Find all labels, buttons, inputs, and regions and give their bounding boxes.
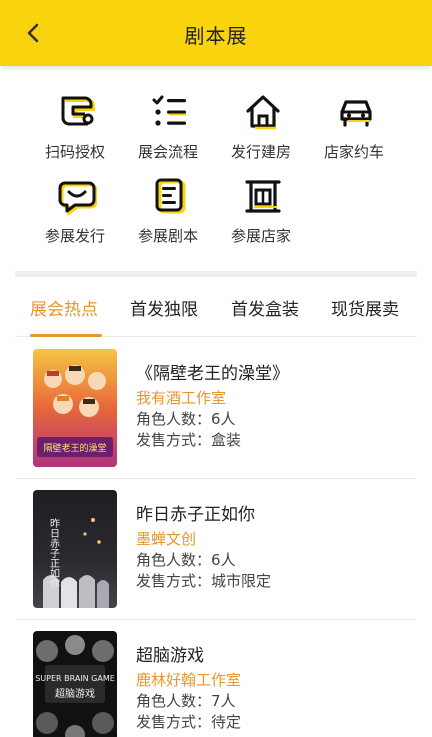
script-title: 超脑游戏 [136,646,204,666]
script-cover-image: SUPER BRAIN GAME 超脑游戏 [33,631,117,737]
category-tabs: 展会热点 首发独限 首发盒装 现货展卖 [15,277,417,337]
menu-item-expo-flow[interactable]: 展会流程 [122,92,214,162]
menu-item-exhibit-scripts[interactable]: 参展剧本 [122,176,214,246]
house-icon [246,95,280,130]
list-item[interactable]: SUPER BRAIN GAME 超脑游戏 超脑游戏 鹿林好翰工作室 角色人数：… [15,620,417,737]
menu-item-label: 扫码授权 [44,143,105,161]
script-roles: 角色人数：6人 [136,550,417,570]
top-bar: 剧本展 [0,0,432,66]
script-roles: 角色人数：7人 [136,691,417,711]
menu-item-label: 发行建房 [230,143,291,161]
scan-auth-icon [61,96,95,126]
menu-item-exhibit-publish[interactable]: 参展发行 [29,176,121,246]
menu-item-label: 参展发行 [44,227,105,245]
list-item[interactable]: 隔壁老王的澡堂 《隔壁老王的澡堂》 我有酒工作室 角色人数：6人 发售方式：盒装 [15,338,417,479]
menu-item-label: 店家约车 [323,143,384,161]
cover-title-text: 昨日赤子正如你 [48,518,60,588]
tab-in-stock[interactable]: 现货展卖 [331,295,399,320]
script-info: 超脑游戏 鹿林好翰工作室 角色人数：7人 发售方式：待定 [136,645,417,732]
list-item[interactable]: 昨日赤子正如你 昨日赤子正如你 墨蝉文创 角色人数：6人 发售方式：城市限定 [15,479,417,620]
roles-value: 6人 [211,410,236,428]
script-sale-type: 发售方式：盒装 [136,430,417,450]
shop-icon [245,180,281,213]
active-tab-indicator [30,334,102,337]
checklist-icon [152,95,186,126]
chat-icon [58,181,97,216]
roles-value: 6人 [211,551,236,569]
cover-title-text: 隔壁老王的澡堂 [43,442,106,454]
script-sale-type: 发售方式：城市限定 [136,571,417,591]
menu-item-exhibit-shops[interactable]: 参展店家 [215,176,307,246]
menu-item-book-car[interactable]: 店家约车 [308,92,400,162]
tab-expo-hot[interactable]: 展会热点 [30,295,98,320]
roles-label: 角色人数： [136,692,212,710]
script-title: 昨日赤子正如你 [136,505,255,525]
script-studio: 我有酒工作室 [136,389,227,407]
script-roles: 角色人数：6人 [136,409,417,429]
script-info: 昨日赤子正如你 墨蝉文创 角色人数：6人 发售方式：城市限定 [136,504,417,591]
script-studio: 鹿林好翰工作室 [136,671,242,689]
sale-label: 发售方式： [136,713,212,731]
script-title: 《隔壁老王的澡堂》 [136,364,289,384]
script-sale-type: 发售方式：待定 [136,712,417,732]
sale-value: 盒装 [211,431,242,449]
sale-label: 发售方式： [136,431,212,449]
menu-item-label: 展会流程 [137,143,198,161]
roles-label: 角色人数： [136,410,212,428]
cover-title-text: 超脑游戏 [55,687,95,700]
script-info: 《隔壁老王的澡堂》 我有酒工作室 角色人数：6人 发售方式：盒装 [136,363,417,450]
car-icon [340,100,372,127]
sale-value: 城市限定 [211,572,272,590]
tab-first-exclusive[interactable]: 首发独限 [130,295,198,320]
roles-value: 7人 [211,692,236,710]
roles-label: 角色人数： [136,551,212,569]
menu-item-publish-room[interactable]: 发行建房 [215,92,307,162]
sale-value: 待定 [211,713,242,731]
page-title: 剧本展 [184,24,248,48]
menu-item-label: 参展剧本 [137,227,198,245]
document-icon [155,178,186,214]
menu-item-label: 参展店家 [230,227,291,245]
script-cover-image: 隔壁老王的澡堂 [33,349,117,467]
tab-first-boxed[interactable]: 首发盒装 [231,295,299,320]
script-studio: 墨蝉文创 [136,530,197,548]
menu-item-scan-auth[interactable]: 扫码授权 [29,92,121,162]
cover-title-en: SUPER BRAIN GAME [35,674,115,683]
sale-label: 发售方式： [136,572,212,590]
script-cover-image: 昨日赤子正如你 [33,490,117,608]
